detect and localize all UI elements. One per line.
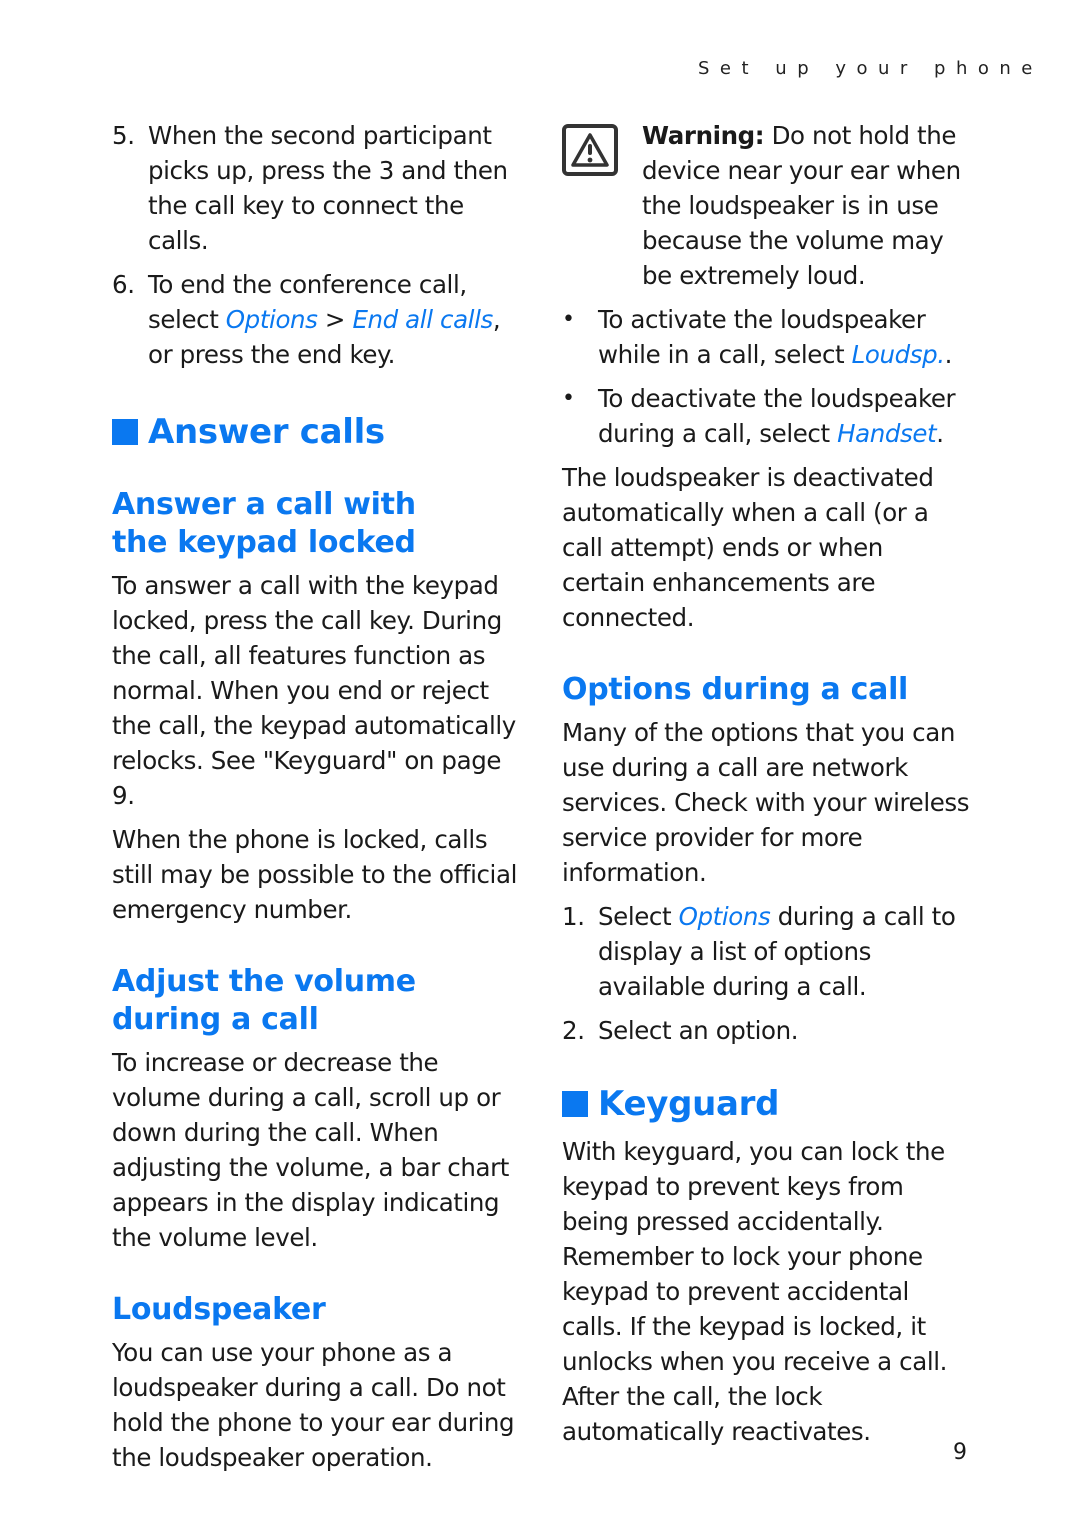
section-heading-answer-calls: Answer calls [112,410,522,454]
bullet-icon: • [562,386,575,411]
options-link[interactable]: Options [226,305,318,334]
step-text: Select an option. [598,1016,799,1045]
paragraph: When the phone is locked, calls still ma… [112,825,517,924]
paragraph: You can use your phone as a loudspeaker … [112,1338,515,1472]
step-number: 6. [112,270,135,299]
step-number: 1. [562,902,585,931]
running-head: Set up your phone [698,58,1043,79]
step-text: To end the conference call, select Optio… [148,267,522,372]
list-item: 6. To end the conference call, select Op… [112,267,522,372]
text-fragment: . [936,419,944,448]
warning-icon [562,124,618,176]
separator: > [317,305,353,334]
list-item: 5. When the second participant picks up,… [112,118,522,258]
handset-link[interactable]: Handset [837,419,937,448]
list-item: 2. Select an option. [562,1013,972,1048]
list-item: • To deactivate the loudspeaker during a… [562,381,972,451]
paragraph: Many of the options that you can use dur… [562,718,970,887]
warning-text: Warning: Do not hold the device near you… [642,118,972,293]
section-heading-keyguard: Keyguard [562,1082,972,1126]
bullet-text: To activate the loudspeaker while in a c… [598,302,972,372]
right-column: Warning: Do not hold the device near you… [562,118,972,1449]
loudspeaker-bullets: • To activate the loudspeaker while in a… [562,302,972,451]
warning-note: Warning: Do not hold the device near you… [562,118,972,293]
list-item: 1. Select Options during a call to displ… [562,899,972,1004]
bullet-text: To deactivate the loudspeaker during a c… [598,381,972,451]
square-bullet-icon [562,1091,588,1117]
square-bullet-icon [112,419,138,445]
subheading-keypad-locked: Answer a call with the keypad locked [112,487,416,560]
step-number: 2. [562,1016,585,1045]
text-fragment: Select [598,902,679,931]
list-item: • To activate the loudspeaker while in a… [562,302,972,372]
paragraph: To increase or decrease the volume durin… [112,1048,509,1252]
heading-text: Answer calls [148,412,385,452]
left-column: 5. When the second participant picks up,… [112,118,522,1475]
paragraph: The loudspeaker is deactivated automatic… [562,463,934,632]
step-text: Select Options during a call to display … [598,899,972,1004]
conference-steps: 5. When the second participant picks up,… [112,118,522,372]
options-link[interactable]: Options [679,902,771,931]
options-steps: 1. Select Options during a call to displ… [562,899,972,1048]
page-number: 9 [953,1440,967,1465]
step-number: 5. [112,121,135,150]
text-fragment: . [944,340,953,369]
subheading-adjust-volume: Adjust the volume during a call [112,964,416,1037]
paragraph: With keyguard, you can lock the keypad t… [562,1137,948,1446]
paragraph: To answer a call with the keypad locked,… [112,571,516,810]
warning-label: Warning: [642,121,765,150]
heading-text: Keyguard [598,1084,780,1124]
bullet-icon: • [562,307,575,332]
subheading-options-during-call: Options during a call [562,672,909,707]
subheading-loudspeaker: Loudspeaker [112,1292,326,1327]
end-all-calls-link[interactable]: End all calls [352,305,493,334]
loudsp-link[interactable]: Loudsp. [852,340,945,369]
step-text: When the second participant picks up, pr… [148,121,508,255]
